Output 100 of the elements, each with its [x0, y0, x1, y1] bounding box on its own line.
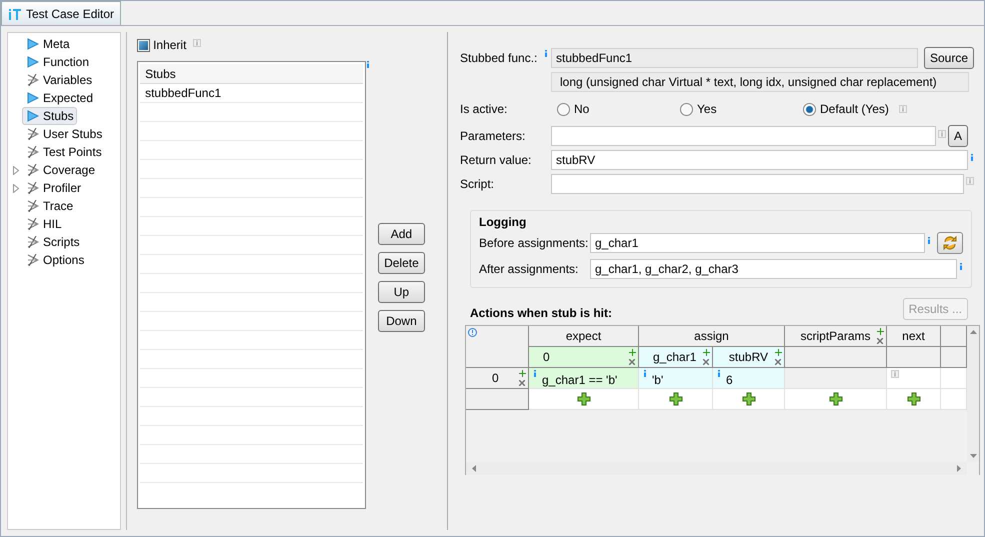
- radio-label: Yes: [697, 102, 717, 116]
- tree-item[interactable]: Test Points: [22, 143, 105, 161]
- tree-item[interactable]: HIL: [22, 215, 65, 233]
- table-cell: 6: [713, 368, 785, 389]
- tree-item[interactable]: Meta: [22, 35, 73, 53]
- tree-item[interactable]: Trace: [22, 197, 76, 215]
- tree-item[interactable]: Scripts: [22, 233, 83, 251]
- table-cell: [887, 347, 941, 368]
- inherit-label: Inherit: [153, 38, 186, 52]
- horizontal-scrollbar[interactable]: [466, 462, 967, 475]
- add-icon[interactable]: [576, 392, 590, 406]
- table-cell: g_char1 == 'b': [529, 368, 639, 389]
- info-icon: [643, 370, 647, 377]
- tree-item[interactable]: Variables: [22, 71, 96, 89]
- script-field[interactable]: [551, 174, 964, 194]
- function-field[interactable]: stubbedFunc1: [551, 48, 918, 68]
- list-action-button[interactable]: Down: [378, 310, 425, 332]
- vertical-scrollbar[interactable]: [967, 326, 979, 462]
- info-icon: [366, 61, 370, 68]
- column-header: g_char1: [639, 347, 713, 368]
- info-icon: [533, 370, 537, 377]
- add-icon[interactable]: [742, 392, 756, 406]
- crossed-triangle-icon: [27, 128, 39, 140]
- list-action-button[interactable]: Up: [378, 281, 425, 303]
- remove-icon[interactable]: [703, 359, 709, 365]
- add-icon[interactable]: [519, 370, 526, 377]
- remove-icon[interactable]: [775, 359, 781, 365]
- tree-item[interactable]: User Stubs: [22, 125, 106, 143]
- add-icon[interactable]: [906, 392, 920, 406]
- add-icon[interactable]: [668, 392, 682, 406]
- source-button[interactable]: Source: [924, 47, 974, 69]
- group-title: Logging: [479, 215, 528, 229]
- return-value-field[interactable]: stubRV: [551, 150, 968, 170]
- info-icon: [717, 370, 721, 377]
- column-header: 0: [529, 347, 639, 368]
- triangle-icon: [27, 38, 39, 50]
- info-icon: [891, 370, 899, 378]
- radio-label: Default (Yes): [820, 102, 889, 116]
- column-group-header: expect: [529, 326, 639, 347]
- add-icon[interactable]: [703, 349, 710, 356]
- field-label: Is active:: [460, 102, 508, 116]
- column-header: stubRV: [713, 347, 785, 368]
- list-action-button[interactable]: Delete: [378, 252, 425, 274]
- row-header: 0: [466, 368, 529, 389]
- table-cell: [941, 347, 967, 368]
- triangle-icon: [27, 92, 39, 104]
- parameters-field[interactable]: [551, 126, 936, 146]
- tree-item[interactable]: Expected: [22, 89, 96, 107]
- radio-button[interactable]: [557, 102, 570, 116]
- scroll-left-icon[interactable]: [472, 465, 476, 472]
- add-icon[interactable]: [877, 328, 884, 335]
- scroll-up-icon[interactable]: [970, 330, 976, 334]
- remove-icon[interactable]: [519, 380, 525, 386]
- help-icon[interactable]: [468, 328, 477, 337]
- info-icon: [966, 177, 974, 185]
- field-label: Stubbed func.:: [460, 51, 538, 65]
- column-group-header: next: [887, 326, 941, 347]
- radio-button[interactable]: [680, 102, 693, 116]
- info-icon: [544, 50, 548, 57]
- column-group-header: scriptParams: [785, 326, 887, 347]
- triangle-icon: [27, 56, 39, 68]
- remove-icon[interactable]: [629, 359, 635, 365]
- crossed-triangle-icon: [27, 218, 39, 230]
- crossed-triangle-icon: [27, 236, 39, 248]
- tree-item[interactable]: Profiler: [22, 179, 84, 197]
- add-icon[interactable]: [629, 349, 636, 356]
- radio-label: No: [574, 102, 590, 116]
- before-field[interactable]: g_char1: [590, 233, 925, 253]
- crossed-triangle-icon: [27, 254, 39, 266]
- tree-item[interactable]: Coverage: [22, 161, 98, 179]
- add-icon[interactable]: [775, 349, 782, 356]
- list-item[interactable]: stubbedFunc1: [140, 84, 364, 103]
- after-field[interactable]: g_char1, g_char2, g_char3: [590, 259, 957, 279]
- app-logo-icon: [8, 8, 22, 20]
- signature-field: long (unsigned char Virtual * text, long idx, unsigned char replacement): [551, 72, 969, 92]
- tree-item[interactable]: Function: [22, 53, 92, 71]
- list-action-button[interactable]: Add: [378, 223, 425, 245]
- field-label: Script:: [460, 177, 496, 191]
- field-label: Parameters:: [460, 129, 526, 143]
- inherit-checkbox[interactable]: [137, 38, 150, 52]
- remove-icon[interactable]: [877, 338, 883, 344]
- editor-tab[interactable]: Test Case Editor: [1, 1, 122, 25]
- radio-button[interactable]: [803, 102, 816, 116]
- field-label: Before assignments:: [479, 236, 590, 250]
- field-label: After assignments:: [479, 262, 580, 276]
- refresh-button[interactable]: [937, 232, 963, 254]
- scroll-right-icon[interactable]: [957, 465, 961, 472]
- add-icon[interactable]: [828, 392, 842, 406]
- tree-item[interactable]: Stubs: [22, 107, 77, 125]
- crossed-triangle-icon: [27, 74, 39, 86]
- crossed-triangle-icon: [27, 164, 39, 176]
- tree-item[interactable]: Options: [22, 251, 88, 269]
- a-button[interactable]: A: [948, 125, 968, 147]
- list-header: Stubs: [140, 64, 364, 84]
- triangle-icon: [27, 110, 39, 122]
- column-group-header: assign: [639, 326, 785, 347]
- info-icon: [959, 263, 963, 270]
- section-title: Actions when stub is hit:: [470, 306, 612, 320]
- crossed-triangle-icon: [27, 146, 39, 158]
- scroll-down-icon[interactable]: [970, 454, 976, 458]
